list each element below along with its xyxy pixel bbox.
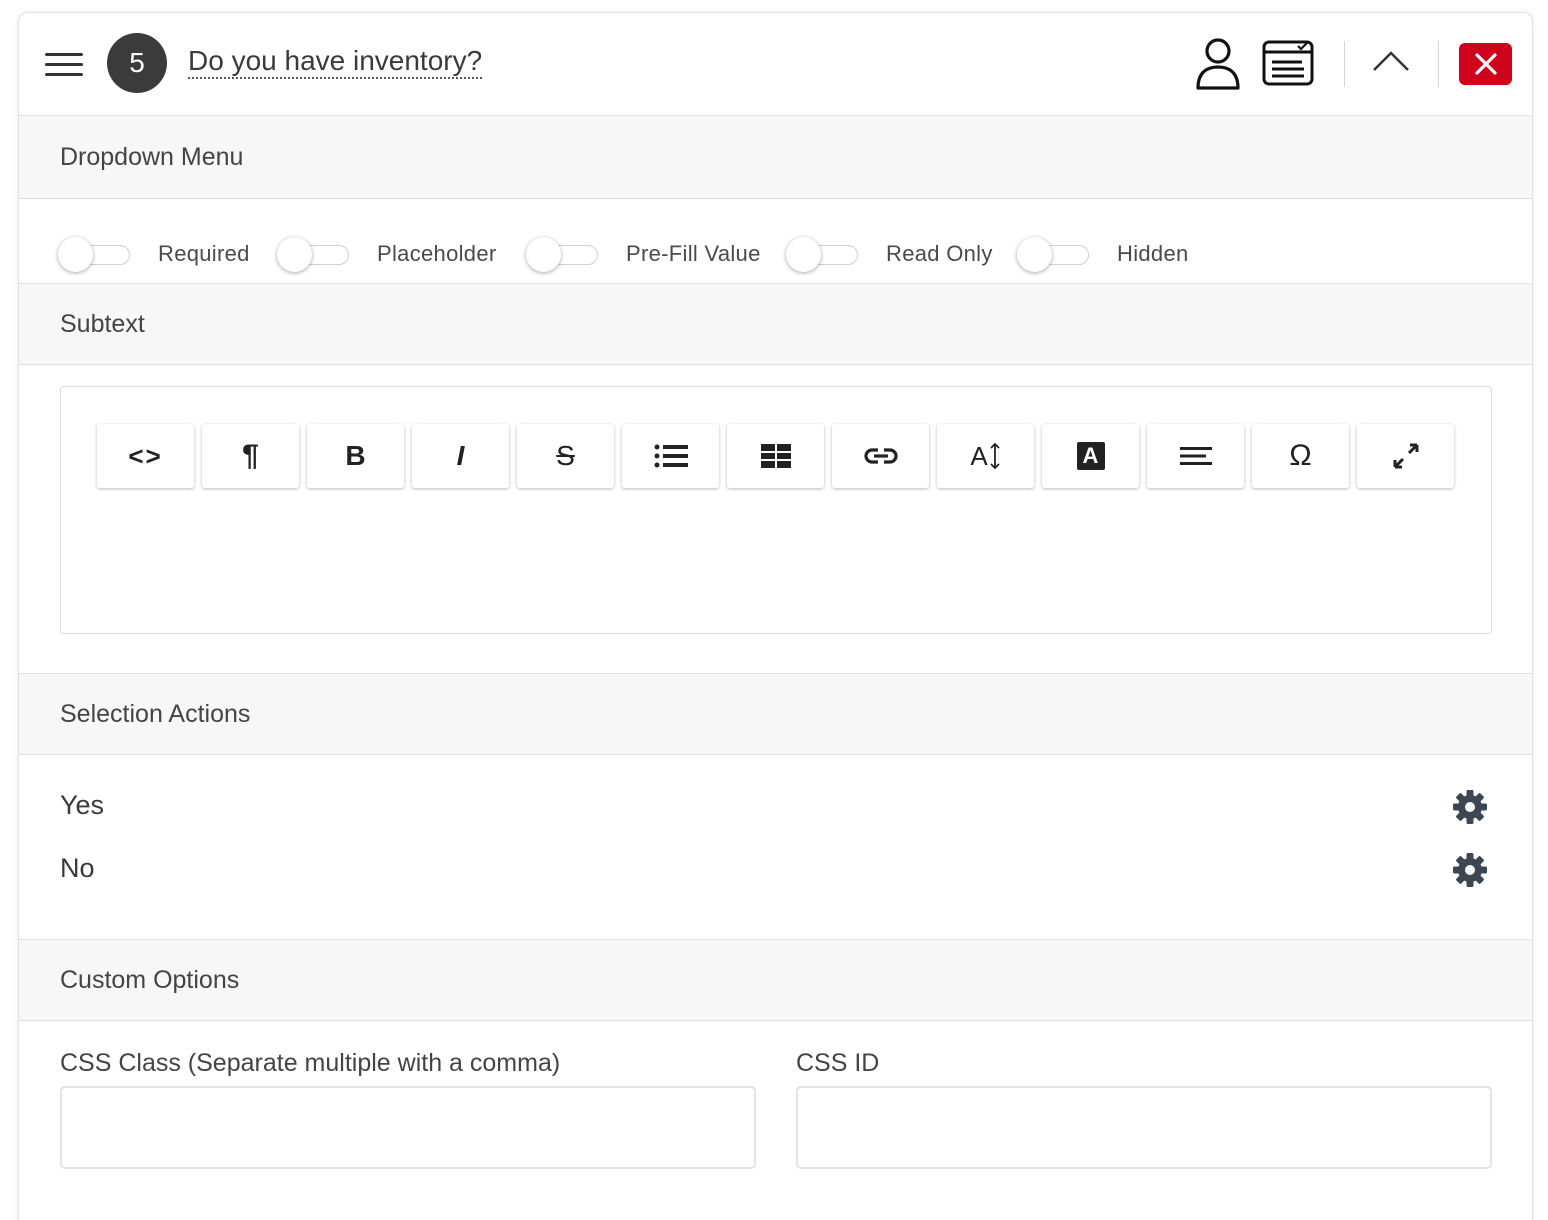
toolbar-text-color-button[interactable]: A (1042, 424, 1139, 488)
list-icon (654, 444, 688, 468)
toolbar-code-view-button[interactable]: <> (97, 424, 194, 488)
subtext-editor-body[interactable] (61, 497, 1491, 633)
css-class-label: CSS Class (Separate multiple with a comm… (60, 1049, 561, 1077)
gear-icon[interactable] (1452, 789, 1488, 825)
selection-option-yes: Yes (60, 790, 105, 820)
question-title[interactable]: Do you have inventory? (188, 45, 483, 79)
link-icon (863, 448, 898, 464)
toolbar-fullscreen-button[interactable] (1357, 424, 1454, 488)
css-id-label: CSS ID (796, 1049, 880, 1077)
align-left-icon (1179, 447, 1212, 465)
toolbar-font-size-button[interactable]: A (937, 424, 1034, 488)
toggle-placeholder-label: Placeholder (377, 241, 497, 266)
text-color-icon: A (1076, 442, 1105, 470)
toolbar-special-char-button[interactable]: Ω (1252, 424, 1349, 488)
field-options-toggles: Required Placeholder Pre-Fill Value Read… (19, 199, 1532, 285)
toolbar-strikethrough-button[interactable]: S (517, 424, 614, 488)
subtext-bar: Subtext (19, 283, 1532, 365)
bold-icon: B (345, 440, 366, 471)
font-size-icon: A (970, 440, 988, 471)
toggle-read-only[interactable] (786, 237, 858, 272)
chevron-up-icon[interactable] (1372, 49, 1410, 73)
vertical-arrows-icon (990, 443, 1000, 469)
toggle-hidden[interactable] (1017, 237, 1089, 272)
code-icon: <> (128, 440, 163, 471)
step-number-badge: 5 (107, 33, 167, 93)
gear-icon[interactable] (1452, 852, 1488, 888)
selection-actions-bar: Selection Actions (19, 673, 1532, 755)
toolbar-table-button[interactable] (727, 424, 824, 488)
css-id-input[interactable] (796, 1086, 1492, 1169)
paragraph-icon: ¶ (242, 439, 259, 472)
subtext-label: Subtext (60, 310, 145, 338)
header-divider (1344, 41, 1345, 87)
toggle-required-label: Required (158, 241, 250, 266)
toggle-read-only-label: Read Only (886, 241, 993, 266)
field-type-label: Dropdown Menu (60, 143, 244, 171)
close-icon (1474, 53, 1497, 75)
toggle-prefill-value[interactable] (526, 237, 598, 272)
custom-options-label: Custom Options (60, 966, 240, 994)
expand-icon (1393, 443, 1418, 469)
subtext-editor: <> ¶ B I S A A Ω (60, 386, 1492, 634)
toggle-placeholder[interactable] (277, 237, 349, 272)
menu-icon[interactable] (45, 50, 83, 78)
field-header: 5 Do you have inventory? (19, 13, 1532, 115)
strikethrough-icon: S (556, 440, 575, 471)
toolbar-list-button[interactable] (622, 424, 719, 488)
custom-options-bar: Custom Options (19, 939, 1532, 1021)
css-class-input[interactable] (60, 1086, 756, 1169)
toolbar-bold-button[interactable]: B (307, 424, 404, 488)
toolbar-align-button[interactable] (1147, 424, 1244, 488)
field-editor-card: 5 Do you have inventory? Dropdown Menu R… (18, 12, 1533, 1220)
omega-icon: Ω (1289, 439, 1312, 472)
form-list-icon[interactable] (1262, 40, 1314, 86)
header-divider (1438, 41, 1439, 87)
toolbar-paragraph-button[interactable]: ¶ (202, 424, 299, 488)
toggle-hidden-label: Hidden (1117, 241, 1189, 266)
toggle-required[interactable] (58, 237, 130, 272)
close-button[interactable] (1459, 43, 1512, 85)
toolbar-italic-button[interactable]: I (412, 424, 509, 488)
field-type-bar: Dropdown Menu (19, 115, 1532, 199)
italic-icon: I (456, 440, 465, 471)
toolbar-link-button[interactable] (832, 424, 929, 488)
selection-option-no: No (60, 853, 95, 883)
selection-actions-label: Selection Actions (60, 700, 251, 728)
table-icon (760, 444, 791, 468)
toggle-prefill-value-label: Pre-Fill Value (626, 241, 761, 266)
user-icon[interactable] (1194, 37, 1242, 91)
